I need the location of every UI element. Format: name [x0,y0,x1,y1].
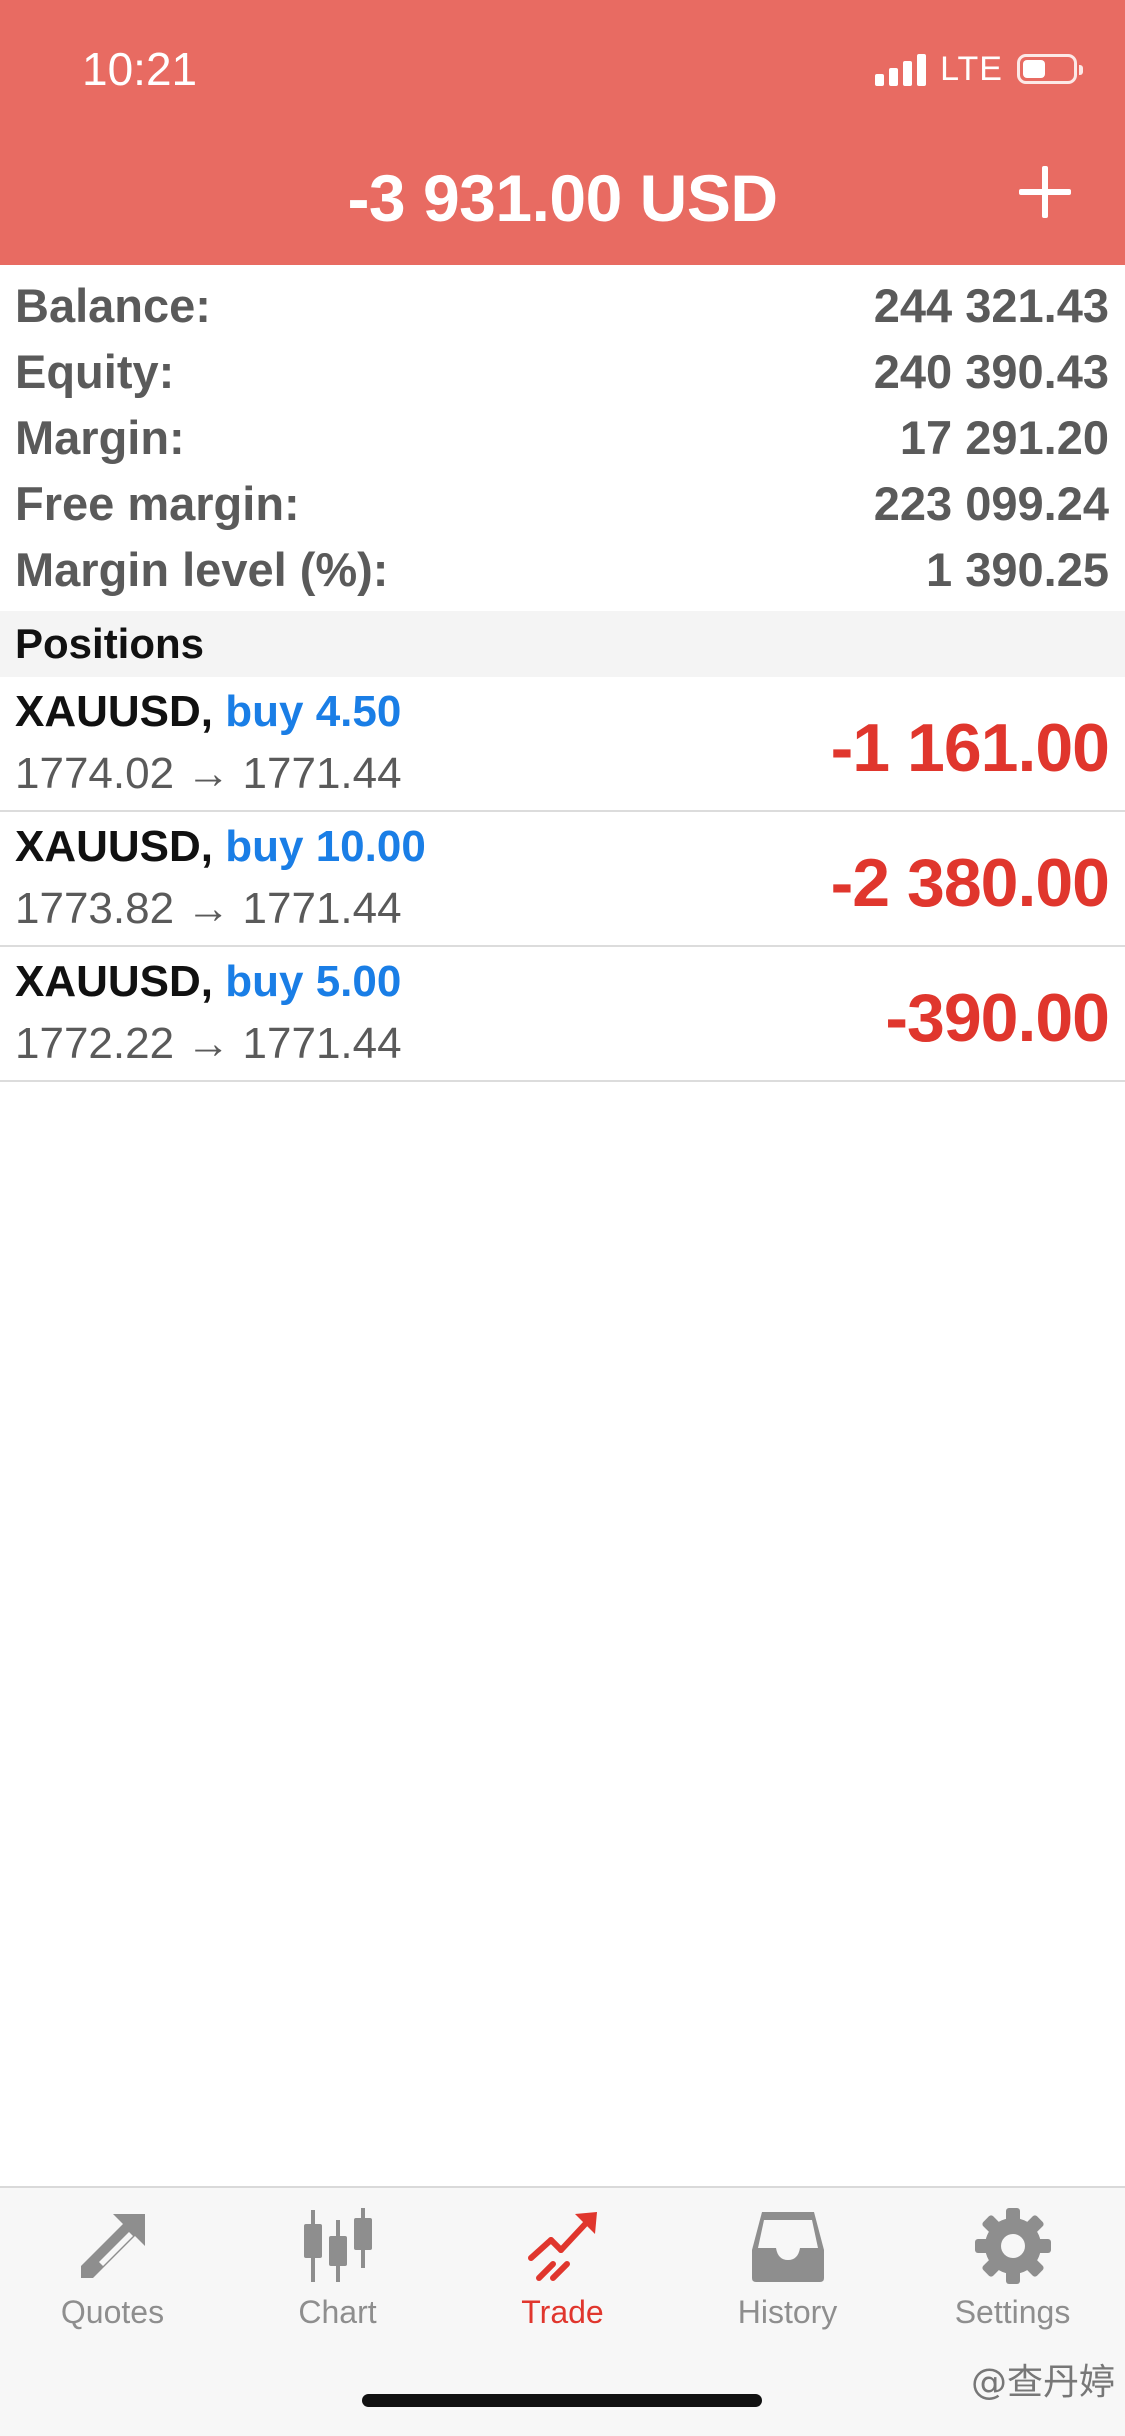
signal-icon [875,52,927,86]
tab-history[interactable]: History [675,2206,900,2346]
summary-row-equity: Equity: 240 390.43 [0,338,1125,404]
summary-label: Margin level (%): [15,542,389,596]
battery-icon [1017,54,1083,84]
current-price: 1771.44 [242,1019,402,1068]
home-indicator[interactable] [362,2394,762,2407]
summary-value: 240 390.43 [873,344,1109,398]
floating-profit-title: -3 931.00 USD [347,161,778,235]
plus-icon[interactable] [1015,162,1075,222]
tab-quotes[interactable]: Quotes [0,2206,225,2346]
position-symbol: XAUUSD, [15,822,214,871]
watermark-text: @查丹婷 [970,2362,1115,2403]
tab-label: Settings [954,2294,1071,2330]
header-bar: 10:21 LTE -3 931.00 USD [0,0,1125,265]
position-row[interactable]: XAUUSD, buy 5.00 1772.22 → 1771.44 -390.… [0,947,1125,1082]
account-summary: Balance: 244 321.43 Equity: 240 390.43 M… [0,272,1125,602]
current-price: 1771.44 [242,884,402,933]
trade-icon [527,2212,597,2281]
summary-label: Free margin: [15,476,300,530]
positions-section-title: Positions [0,611,1125,677]
position-symbol: XAUUSD, [15,687,214,736]
position-profit: -390.00 [885,980,1110,1056]
position-profit: -2 380.00 [830,845,1110,921]
open-price: 1774.02 [15,749,175,798]
quotes-icon [80,2214,145,2278]
summary-label: Margin: [15,410,185,464]
positions-list: XAUUSD, buy 4.50 1774.02 → 1771.44 -1 16… [0,677,1125,1082]
tab-label: Trade [521,2294,604,2330]
tab-settings[interactable]: Settings [900,2206,1125,2346]
tab-label: Chart [298,2294,377,2330]
tab-label: History [737,2294,838,2330]
history-icon [751,2212,824,2282]
summary-value: 1 390.25 [926,542,1109,596]
arrow-icon: → [186,884,231,933]
chart-icon [303,2208,372,2282]
arrow-icon: → [186,749,231,798]
summary-row-margin: Margin: 17 291.20 [0,404,1125,470]
position-row[interactable]: XAUUSD, buy 4.50 1774.02 → 1771.44 -1 16… [0,677,1125,812]
summary-value: 223 099.24 [873,476,1109,530]
position-type: buy 10.00 [225,822,426,871]
summary-label: Equity: [15,344,175,398]
position-row[interactable]: XAUUSD, buy 10.00 1773.82 → 1771.44 -2 3… [0,812,1125,947]
tab-label: Quotes [60,2294,165,2330]
summary-row-balance: Balance: 244 321.43 [0,272,1125,338]
summary-value: 17 291.20 [899,410,1109,464]
settings-icon [974,2208,1051,2284]
open-price: 1773.82 [15,884,175,933]
tab-trade[interactable]: Trade [450,2206,675,2346]
position-profit: -1 161.00 [830,710,1110,786]
summary-row-free-margin: Free margin: 223 099.24 [0,470,1125,536]
summary-label: Balance: [15,278,211,332]
position-type: buy 4.50 [225,687,402,736]
status-time: 10:21 [82,43,198,95]
status-indicators: LTE [875,48,1083,90]
open-price: 1772.22 [15,1019,175,1068]
summary-value: 244 321.43 [873,278,1109,332]
position-type: buy 5.00 [225,957,402,1006]
network-type: LTE [940,49,1003,88]
current-price: 1771.44 [242,749,402,798]
summary-row-margin-level: Margin level (%): 1 390.25 [0,536,1125,602]
position-symbol: XAUUSD, [15,957,214,1006]
tab-chart[interactable]: Chart [225,2206,450,2346]
arrow-icon: → [186,1019,231,1068]
